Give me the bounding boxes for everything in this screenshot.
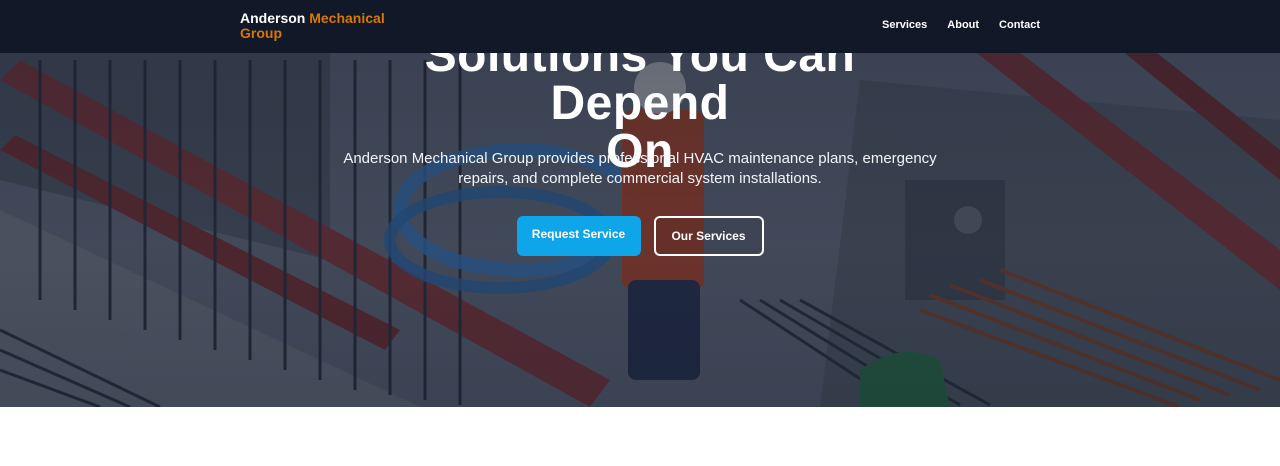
brand-name-line2: Group — [240, 25, 282, 41]
nav-link-services[interactable]: Services — [882, 19, 927, 31]
brand-name-primary: Anderson — [240, 10, 306, 26]
nav-link-about[interactable]: About — [947, 19, 979, 31]
hero-subtitle: Anderson Mechanical Group provides profe… — [343, 150, 937, 187]
hero-content: Solutions You Can Depend On Anderson Mec… — [0, 0, 1280, 407]
main-nav: Services About Contact — [882, 19, 1040, 31]
next-section — [0, 407, 1280, 466]
hero-section: Solutions You Can Depend On Anderson Mec… — [0, 0, 1280, 407]
brand-logo-link[interactable]: Anderson Mechanical Group — [240, 11, 390, 41]
hero-actions: Request Service Our Services — [0, 216, 1280, 256]
nav-link-contact[interactable]: Contact — [999, 19, 1040, 31]
request-service-button[interactable]: Request Service — [516, 216, 641, 256]
brand-name-accent: Mechanical — [309, 10, 385, 26]
site-header: Anderson Mechanical Group Services About… — [0, 0, 1280, 53]
our-services-button[interactable]: Our Services — [653, 216, 764, 256]
